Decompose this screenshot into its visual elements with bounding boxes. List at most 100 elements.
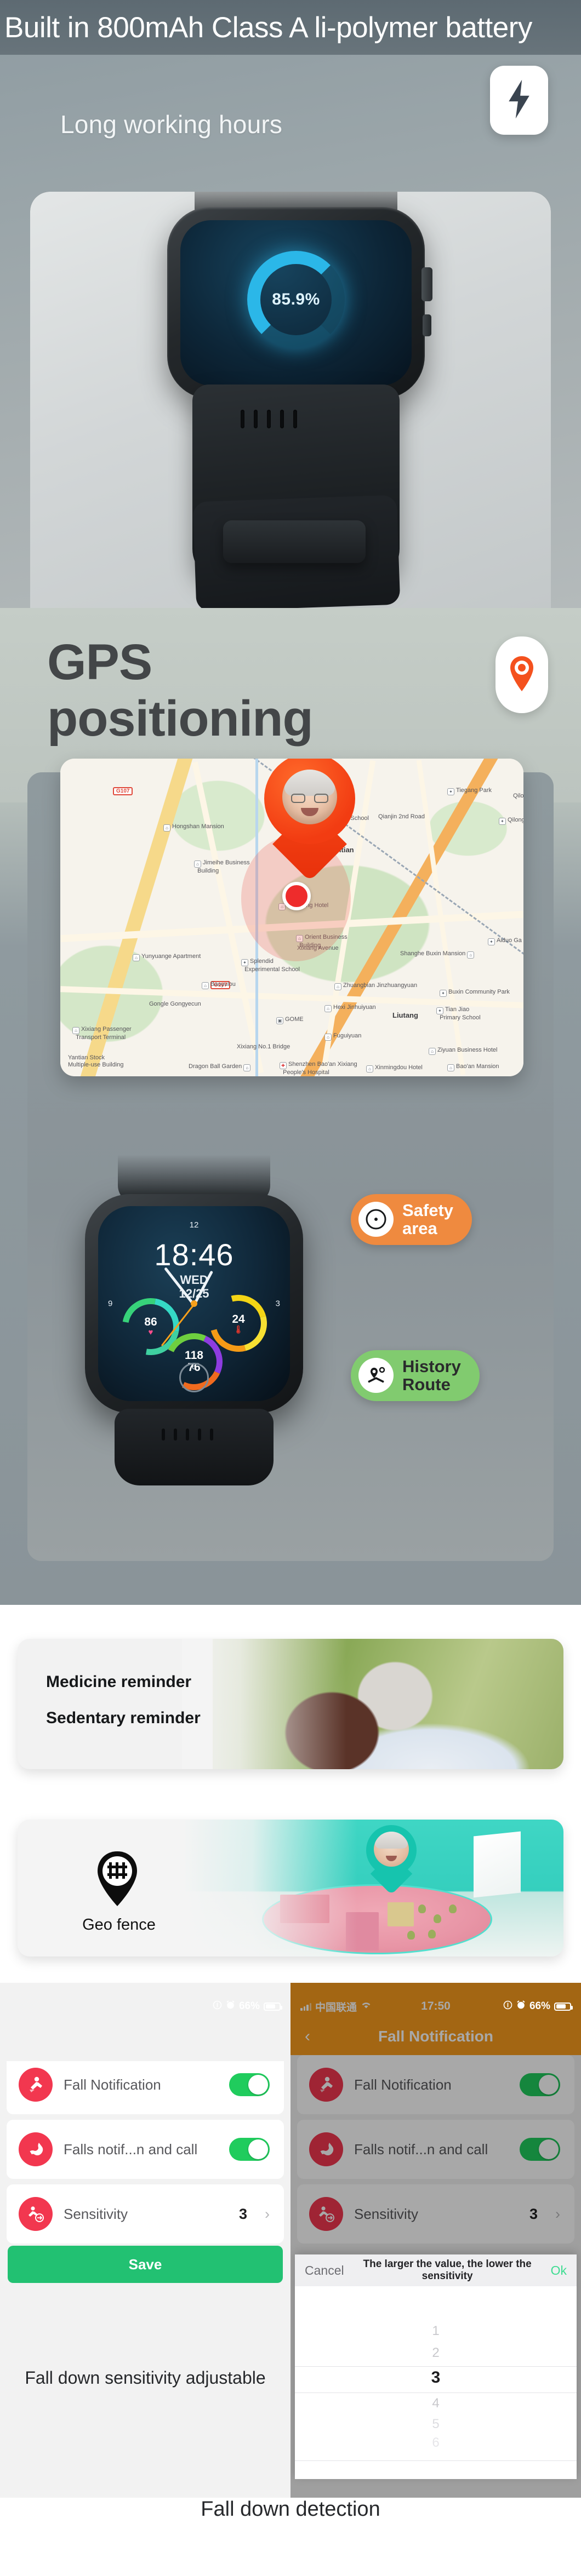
page-title: Fall Notification [378,2028,493,2045]
geofence-user-pin [366,1825,417,1895]
map-label: Qianjin 2nd Road [378,813,425,820]
nav-bar-right: ‹ Fall Notification [290,2018,581,2055]
gps-title-line1: GPS [47,634,152,690]
sensitivity-value: 3 [529,2205,538,2222]
user-location-avatar-pin[interactable] [264,759,355,881]
map-label: ⌂ Bao'an Mansion [447,1063,499,1071]
location-pin-icon [506,654,537,696]
picker-option[interactable]: 2 [295,2345,577,2361]
map-label: Yantian Stock Multiple-use Building [68,1054,124,1068]
map-label: ⌂ Hongshan Mansion [163,823,224,831]
row-sensitivity[interactable]: Sensitivity 3 › [7,2184,284,2244]
row-label: Fall Notification [64,2076,161,2093]
falls-notify-call-toggle[interactable] [520,2138,560,2161]
settings-list-left: Fall Notification Falls notif...n and ca… [0,2055,290,2249]
row-fall-notification[interactable]: Fall Notification [297,2055,574,2114]
picker-option[interactable]: 1 [295,2323,577,2339]
compass-icon [358,1202,394,1237]
sedentary-reminder-label: Sedentary reminder [46,1709,201,1727]
battery-hero-section: Built in 800mAh Class A li-polymer batte… [0,0,581,608]
heart-icon: ♥ [148,1328,153,1338]
left-phone-caption: Fall down sensitivity adjustable [25,2368,266,2388]
location-icon [503,2000,512,2013]
watch-case: 85.9% [167,207,432,399]
map-label: ✦ Buxin Community Park [440,989,510,997]
map-label: ⌂ Jimeihe Business Building [194,859,250,874]
phone-screenshot-right: 中国联通 17:50 66% ‹ Fall Notification Fall … [290,1983,581,2498]
row-label: Sensitivity [354,2205,419,2222]
map-label: Gongle Gongyecun [149,1001,201,1007]
sensitivity-picker-dialog[interactable]: Cancel The larger the value, the lower t… [295,2254,577,2479]
row-label: Falls notif...n and call [64,2141,198,2158]
chevron-left-icon[interactable]: ‹ [305,2028,310,2045]
map-label: Qilong [513,793,523,799]
row-falls-notify-call[interactable]: Falls notif...n and call [297,2120,574,2179]
falling-person-icon [309,2068,343,2102]
watch-home-button[interactable] [179,1363,209,1392]
fall-notification-toggle[interactable] [229,2073,270,2096]
falling-person-icon [19,2068,53,2102]
row-sensitivity[interactable]: Sensitivity 3 › [297,2184,574,2244]
map-label: ✦Qilong School [499,817,523,825]
history-route-pill[interactable]: History Route [351,1350,480,1401]
history-route-label-1: History [402,1357,461,1376]
map-label: Shanghe Buxin Mansion ⌂ [400,950,475,959]
map-label: ⌂ Baoyulou [202,981,236,989]
current-location-dot [282,882,311,910]
sensitivity-wheel[interactable]: 1 2 3 4 5 6 [295,2286,577,2479]
gps-watch-case: 18:46 WED 12/25 12 3 6 9 86 ♥ 24 🌡 118 7… [85,1194,303,1413]
reminder-section: Medicine reminder Sedentary reminder [0,1605,581,1791]
phone-screenshots-section: 中国联通 17:50 66% ‹ Fall Notification [0,1983,581,2576]
sensitivity-icon [19,2197,53,2231]
picker-option[interactable]: 6 [295,2435,577,2451]
alarm-icon [226,2000,235,2013]
avatar [374,1832,409,1867]
location-icon [213,2000,222,2013]
safety-area-label-1: Safety [402,1201,454,1220]
ok-button[interactable]: Ok [551,2263,567,2278]
gps-title: GPS positioning [47,634,314,747]
gps-watch-screen: 18:46 WED 12/25 12 3 6 9 86 ♥ 24 🌡 118 7… [98,1206,290,1401]
row-fall-notification[interactable]: Fall Notification [7,2055,284,2114]
picker-option-selected[interactable]: 3 [295,2368,577,2387]
medicine-reminder-label: Medicine reminder [46,1673,192,1691]
gps-watch: 18:46 WED 12/25 12 3 6 9 86 ♥ 24 🌡 118 7… [85,1155,304,1485]
row-label: Falls notif...n and call [354,2141,488,2158]
alarm-icon [516,2000,526,2013]
map-card[interactable]: G107 G107 ✦Longshan Experimental School … [60,759,523,1076]
map-label: ✦ Tian Jiao Primary School [436,1006,481,1021]
map-label: ⌂ Fuguiyuan [324,1032,361,1041]
watch-time: 18:46 [154,1237,234,1272]
battery-subtitle: Long working hours [60,110,283,139]
battery-icon [554,2002,573,2011]
settings-list-right: Fall Notification Falls notif...n and ca… [290,2055,581,2249]
battery-percent: 66% [529,2000,550,2012]
save-button[interactable]: Save [8,2246,283,2283]
map-label: Dragon Ball Garden ⌂ [189,1063,251,1071]
watch-tick-9: 9 [108,1299,113,1309]
watch-tick-12: 12 [189,1220,199,1230]
picker-option[interactable]: 4 [295,2396,577,2411]
map-label: ✦ Tiegang Park [447,787,492,795]
falls-notify-call-toggle[interactable] [229,2138,270,2161]
battery-icon [264,2002,282,2011]
lightning-bolt-icon [505,79,533,122]
picker-toolbar: Cancel The larger the value, the lower t… [295,2254,577,2286]
watch-crown [421,267,432,301]
safety-area-pill[interactable]: Safety area [351,1194,472,1245]
route-icon [358,1358,394,1393]
battery-watch-photo: 85.9% [30,192,551,608]
row-falls-notify-call[interactable]: Falls notif...n and call [7,2120,284,2179]
picker-option[interactable]: 5 [295,2417,577,2432]
geofence-card: Geo fence [18,1820,563,1957]
avatar [282,770,337,824]
fall-notification-toggle[interactable] [520,2073,560,2096]
map-label: Xixiang No.1 Bridge [237,1043,290,1050]
geofence-section: Geo fence [0,1791,581,1983]
watch-buckle [223,520,366,563]
geofence-pin-icon [94,1850,140,1907]
map-label: ▣ GOME [276,1016,304,1024]
gps-watch-band [115,1409,274,1485]
cancel-button[interactable]: Cancel [305,2263,344,2278]
heart-rate-value: 86 [144,1316,157,1329]
